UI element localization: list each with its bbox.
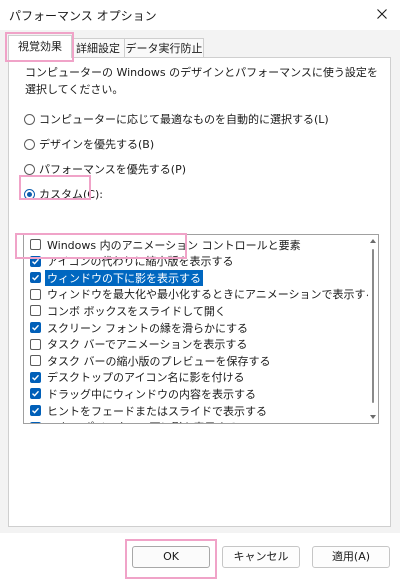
effect-label: ヒントをフェードまたはスライドで表示する [47,404,267,418]
checkmark-icon [32,374,40,381]
effect-label: コンボ ボックスをスライドして開く [47,304,226,318]
apply-button[interactable]: 適用(A) [312,546,390,568]
checkbox[interactable] [30,272,41,284]
effect-label: タスク バーの縮小版のプレビューを保存する [47,354,271,368]
checkmark-icon [32,407,40,414]
effect-item[interactable]: アイコンの代わりに縮小版を表示する [24,253,233,270]
ok-button[interactable]: OK [132,546,210,568]
tab-container: 視覚効果 詳細設定 データ実行防止 コンピューターの Windows のデザイン… [0,30,400,533]
radio-button[interactable] [24,138,35,150]
footer: OK キャンセル 適用(A) [0,533,400,579]
effect-label: スクリーン フォントの縁を滑らかにする [47,321,249,335]
visual-effects-panel: コンピューターの Windows のデザインとパフォーマンスに使う設定を選択して… [8,57,391,527]
effects-list[interactable]: Windows 内のアニメーション コントロールと要素 アイコンの代わりに縮小版を… [23,234,379,424]
tab-advanced[interactable]: 詳細設定 [71,38,125,57]
title-bar: パフォーマンス オプション [0,0,400,30]
tab-data-execution-prevention[interactable]: データ実行防止 [124,38,204,57]
checkbox[interactable] [30,355,41,367]
checkmark-icon [32,258,40,265]
checkbox[interactable] [30,421,41,424]
scrollbar[interactable] [368,235,378,423]
checkbox[interactable] [30,338,41,350]
effect-label: アイコンの代わりに縮小版を表示する [47,255,234,269]
checkbox[interactable] [30,388,41,400]
checkmark-icon [31,423,40,424]
radio-best-performance[interactable]: パフォーマンスを優先する(P) [24,161,186,177]
effect-label: デスクトップのアイコン名に影を付ける [47,371,245,385]
effect-item[interactable]: デスクトップのアイコン名に影を付ける [24,369,244,386]
effect-item[interactable]: タスク バーでアニメーションを表示する [24,336,247,353]
effect-label: タスク バーでアニメーションを表示する [47,338,248,352]
effect-item[interactable]: Windows 内のアニメーション コントロールと要素 [24,236,301,253]
effect-label: マウス ポインターの下に影を表示する [47,419,238,423]
tab-label: 視覚効果 [18,40,62,53]
radio-custom[interactable]: カスタム(C): [24,186,103,202]
effect-item[interactable]: ドラッグ中にウィンドウの内容を表示する [24,385,256,402]
effect-item[interactable]: タスク バーの縮小版のプレビューを保存する [24,352,271,369]
scroll-thumb[interactable] [372,249,374,403]
tab-visual-effects[interactable]: 視覚効果 [8,35,72,58]
radio-button[interactable] [24,113,35,125]
scroll-down-icon[interactable] [370,415,376,419]
cancel-button[interactable]: キャンセル [222,546,300,568]
checkmark-icon [32,275,40,281]
radio-label: カスタム(C): [39,188,103,201]
checkbox[interactable] [30,405,41,416]
effect-label: Windows 内のアニメーション コントロールと要素 [47,238,301,252]
description-text: コンピューターの Windows のデザインとパフォーマンスに使う設定を選択して… [25,66,378,96]
checkbox[interactable] [30,288,41,300]
radio-auto[interactable]: コンピューターに応じて最適なものを自動的に選択する(L) [24,111,329,127]
radio-button[interactable] [24,188,35,200]
checkbox[interactable] [30,239,41,250]
scroll-up-icon[interactable] [370,239,376,243]
checkbox[interactable] [30,255,41,267]
radio-label: デザインを優先する(B) [39,138,155,151]
close-button[interactable] [370,3,394,25]
effect-label: ウィンドウを最大化や最小化するときにアニメーションで表示する [47,288,377,302]
radio-button[interactable] [24,163,35,175]
checkmark-icon [32,324,40,331]
effect-item[interactable]: ウィンドウを最大化や最小化するときにアニメーションで表示する [24,286,377,303]
effect-label: ウィンドウの下に影を表示する [45,269,203,286]
radio-label: パフォーマンスを優先する(P) [39,163,186,176]
checkbox[interactable] [30,322,41,333]
radio-label: コンピューターに応じて最適なものを自動的に選択する(L) [39,113,329,126]
effect-label: ドラッグ中にウィンドウの内容を表示する [47,387,256,401]
tab-label: データ実行防止 [125,42,203,55]
effect-item[interactable]: マウス ポインターの下に影を表示する [24,419,238,424]
window-title: パフォーマンス オプション [9,9,157,23]
effect-item[interactable]: ヒントをフェードまたはスライドで表示する [24,402,267,419]
checkmark-icon [32,391,40,397]
checkbox[interactable] [30,305,41,317]
checkbox[interactable] [30,371,41,383]
effect-item[interactable]: スクリーン フォントの縁を滑らかにする [24,319,248,336]
effect-item[interactable]: ウィンドウの下に影を表示する [24,269,203,286]
tab-label: 詳細設定 [76,42,120,55]
close-icon [377,9,387,19]
effect-item[interactable]: コンボ ボックスをスライドして開く [24,302,226,319]
radio-best-appearance[interactable]: デザインを優先する(B) [24,136,154,152]
